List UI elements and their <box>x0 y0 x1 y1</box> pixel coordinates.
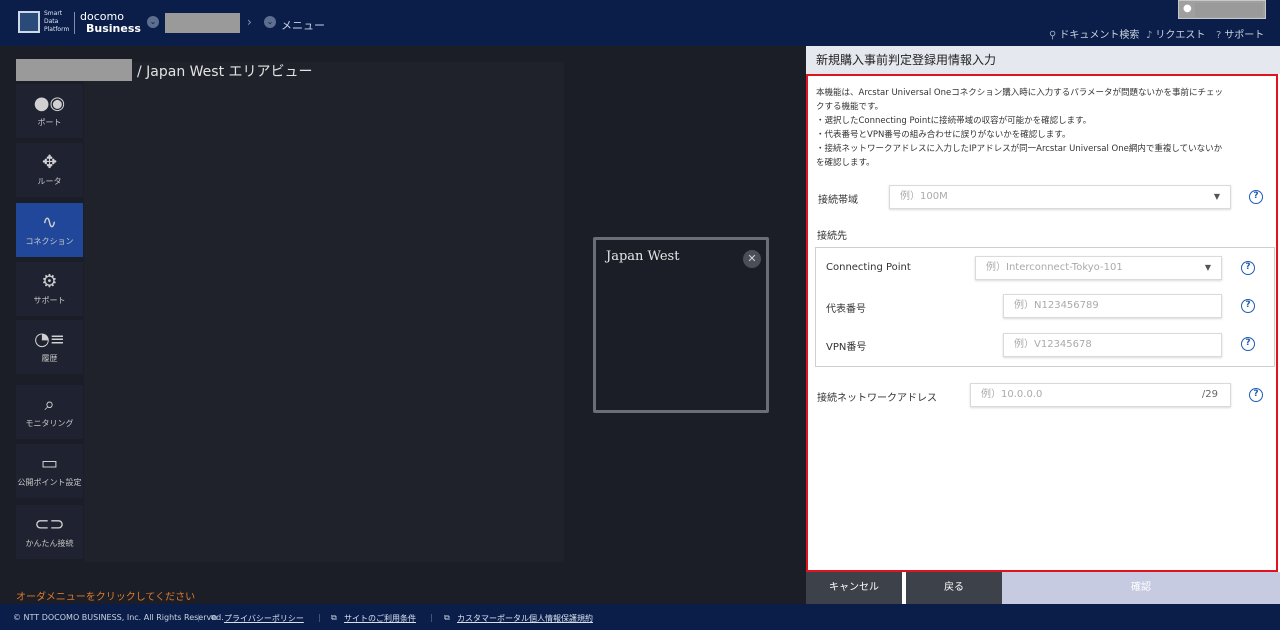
region-popup: Japan West ✕ <box>593 237 769 413</box>
precheck-panel: 新規購入事前判定登録用情報入力 本機能は、Arcstar Universal O… <box>806 46 1280 604</box>
easy-connect-icon: ⊂⊃ <box>34 514 65 535</box>
divider: | <box>430 613 433 622</box>
panel-description: 本機能は、Arcstar Universal Oneコネクション購入時に入力する… <box>816 88 1223 168</box>
external-link-icon: ⧉ <box>331 613 337 622</box>
vpn-number-label: VPN番号 <box>826 342 867 353</box>
destination-label: 接続先 <box>817 231 847 242</box>
sdp-logo-icon <box>18 11 40 33</box>
docomo-business-logo: docomo Business <box>80 11 141 35</box>
username-redacted <box>1195 3 1263 17</box>
help-circle-icon: ? <box>1216 30 1222 41</box>
rep-number-label: 代表番号 <box>826 304 866 315</box>
cancel-button[interactable]: キャンセル <box>806 572 902 604</box>
history-icon: ◔≡ <box>34 329 65 350</box>
bandwidth-label: 接続帯域 <box>818 195 858 206</box>
chevron-down-icon[interactable]: ⌄ <box>147 16 159 28</box>
page-title: / Japan West エリアビュー <box>137 64 313 80</box>
help-icon[interactable]: ? <box>1249 190 1263 204</box>
search-icon: ⚲ <box>1049 30 1057 41</box>
public-point-icon: ▭ <box>40 453 58 474</box>
brand-small: Smart Data Platform <box>44 10 70 33</box>
sidebar-item-connection[interactable]: ∿ コネクション <box>16 203 83 257</box>
copyright: © NTT DOCOMO BUSINESS, Inc. All Rights R… <box>13 613 224 622</box>
area-map[interactable] <box>84 62 564 562</box>
sidebar-item-easy-connect[interactable]: ⊂⊃ かんたん接続 <box>16 505 83 559</box>
request-link[interactable]: ♪ リクエスト <box>1146 26 1205 41</box>
privacy-policy-link[interactable]: プライバシーポリシー <box>224 613 304 624</box>
panel-title: 新規購入事前判定登録用情報入力 <box>806 46 1280 74</box>
external-link-icon: ⧉ <box>211 613 217 622</box>
close-icon[interactable]: ✕ <box>743 250 761 268</box>
sidebar-item-monitoring[interactable]: ⌕ モニタリング <box>16 385 83 439</box>
brand-sub: Business <box>86 22 141 35</box>
help-icon[interactable]: ? <box>1241 261 1255 275</box>
order-hint: オーダメニューをクリックしてください <box>16 592 196 603</box>
bandwidth-select[interactable]: 例）100M ▼ <box>889 185 1231 209</box>
help-icon[interactable]: ? <box>1249 388 1263 402</box>
sidebar-item-support[interactable]: ⚙ サポート <box>16 262 83 316</box>
vpn-number-input[interactable]: 例）V12345678 <box>1003 333 1222 357</box>
network-address-input[interactable]: 例）10.0.0.0 /29 <box>970 383 1231 407</box>
menu-chevron-icon[interactable]: ⌄ <box>264 16 276 28</box>
terms-link[interactable]: サイトのご利用条件 <box>344 613 416 624</box>
footer: © NTT DOCOMO BUSINESS, Inc. All Rights R… <box>0 604 1280 630</box>
external-link-icon: ⧉ <box>444 613 450 622</box>
connecting-point-select[interactable]: 例）Interconnect-Tokyo-101 ▼ <box>975 256 1222 280</box>
port-icon: ●◉ <box>33 93 66 114</box>
sidebar-item-public-point[interactable]: ▭ 公開ポイント設定 <box>16 444 83 498</box>
connecting-point-label: Connecting Point <box>826 262 911 273</box>
sidebar-item-port[interactable]: ●◉ ポート <box>16 84 83 138</box>
logo-divider <box>74 12 75 34</box>
support-link[interactable]: ? サポート <box>1216 26 1264 41</box>
divider: | <box>197 613 200 622</box>
popup-title: Japan West <box>606 249 680 264</box>
connection-icon: ∿ <box>41 212 58 233</box>
menu-button[interactable]: メニュー <box>281 17 325 33</box>
sidebar-item-router[interactable]: ✥ ルータ <box>16 143 83 197</box>
caret-down-icon: ▼ <box>1204 263 1211 272</box>
router-icon: ✥ <box>41 152 58 173</box>
user-menu-button[interactable]: ● <box>1178 0 1266 19</box>
confirm-button[interactable]: 確認 <box>1002 572 1280 604</box>
cidr-suffix: /29 <box>1201 389 1218 400</box>
divider: | <box>318 613 321 622</box>
breadcrumb-redacted[interactable] <box>165 13 240 33</box>
support-icon: ⚙ <box>41 271 58 292</box>
help-icon[interactable]: ? <box>1241 337 1255 351</box>
user-icon: ● <box>1183 3 1192 14</box>
rep-number-input[interactable]: 例）N123456789 <box>1003 294 1222 318</box>
title-redacted <box>16 59 132 81</box>
bell-icon: ♪ <box>1146 30 1153 41</box>
help-icon[interactable]: ? <box>1241 299 1255 313</box>
doc-search-link[interactable]: ⚲ ドキュメント検索 <box>1049 26 1139 41</box>
chevron-right-icon: › <box>247 15 252 29</box>
customer-privacy-link[interactable]: カスタマーポータル個人情報保護規約 <box>457 613 593 624</box>
network-address-label: 接続ネットワークアドレス <box>817 393 937 404</box>
caret-down-icon: ▼ <box>1213 192 1220 201</box>
back-button[interactable]: 戻る <box>906 572 1002 604</box>
sidebar-item-history[interactable]: ◔≡ 履歴 <box>16 320 83 374</box>
monitoring-icon: ⌕ <box>44 394 55 415</box>
header: Smart Data Platform docomo Business ⌄ › … <box>0 0 1280 46</box>
